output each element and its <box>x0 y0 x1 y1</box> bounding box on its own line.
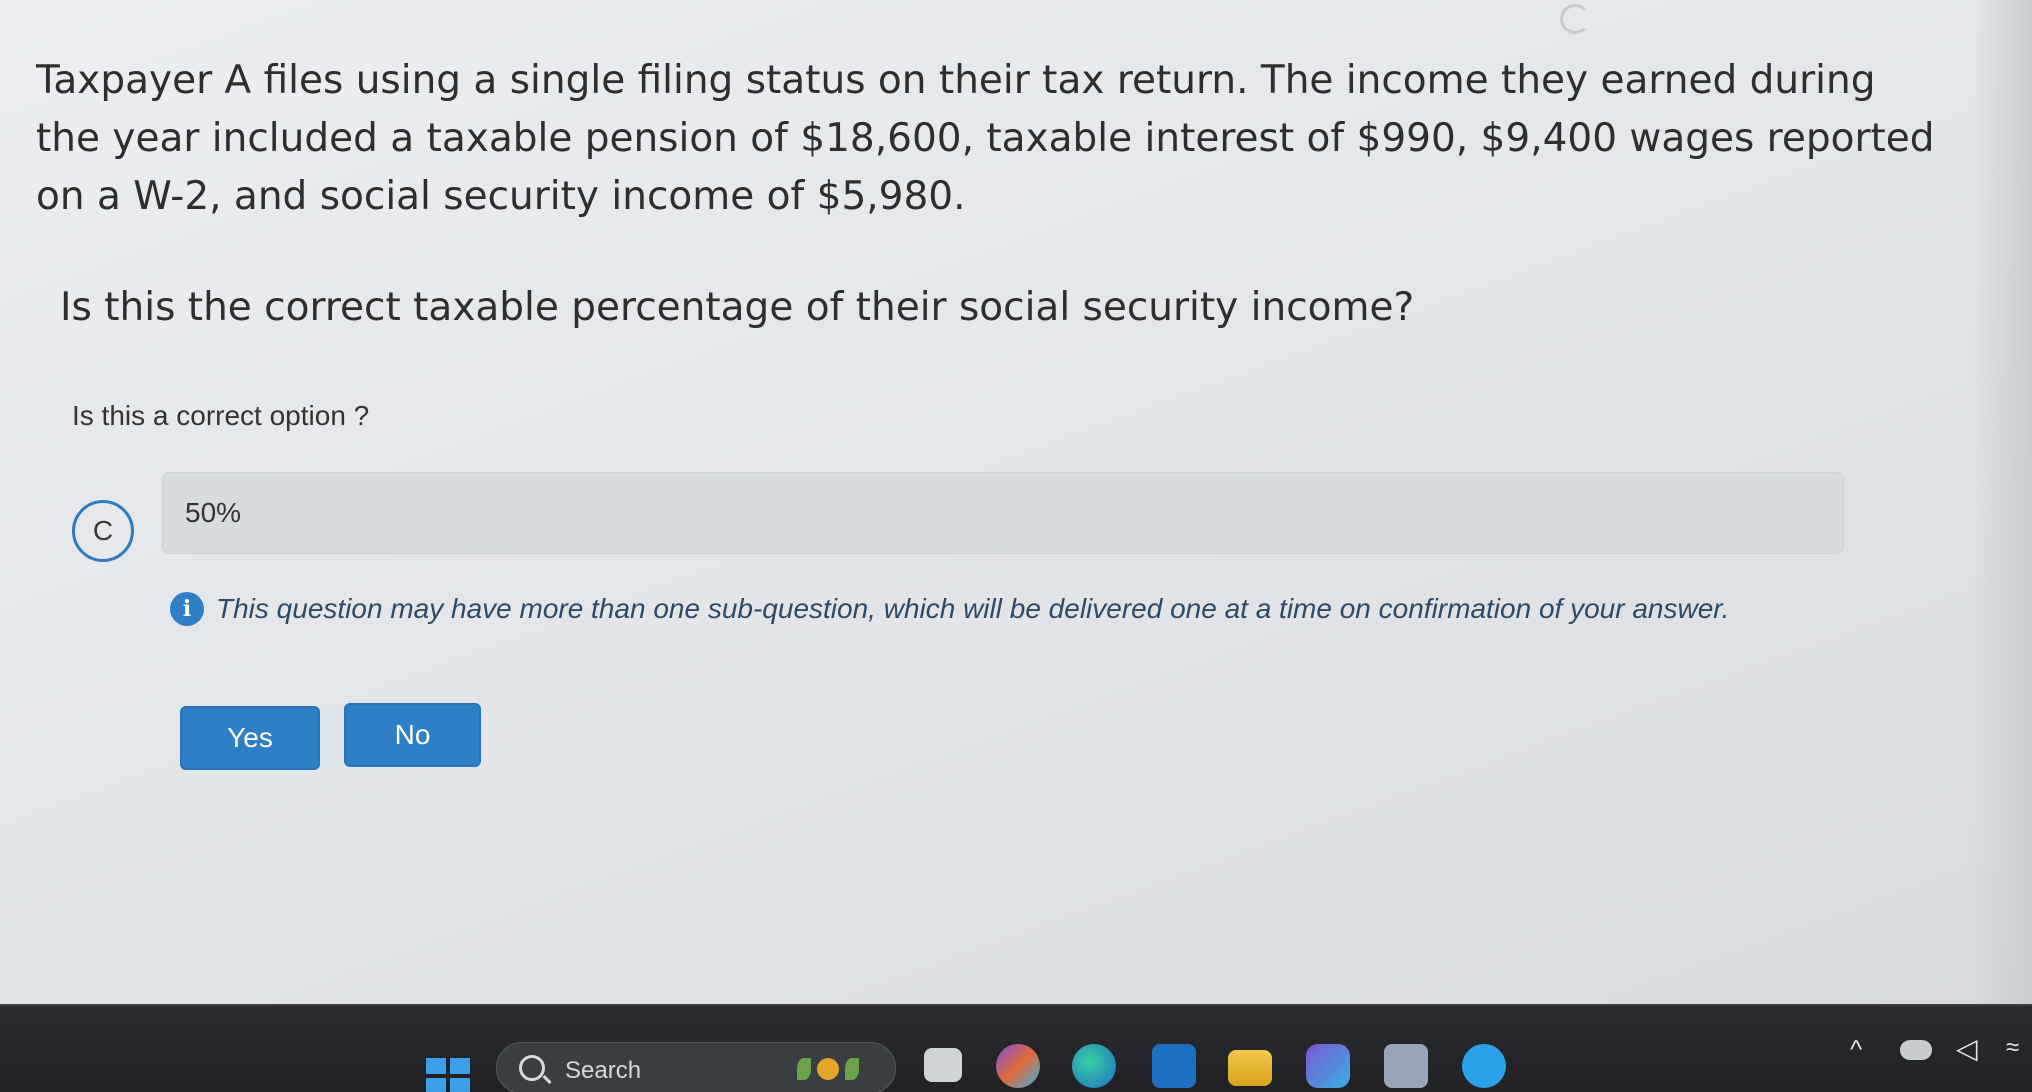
screen-edge <box>1972 0 2032 1004</box>
yes-button[interactable]: Yes <box>180 706 320 770</box>
info-text: This question may have more than one sub… <box>216 593 1730 624</box>
tray-chevron-up-icon[interactable]: ^ <box>1850 1034 1862 1065</box>
option-letter: C <box>92 515 114 546</box>
pen-icon[interactable]: ◁ <box>1956 1032 1978 1065</box>
windows-start-icon[interactable] <box>426 1058 470 1092</box>
store-icon[interactable] <box>1384 1044 1428 1088</box>
info-icon: i <box>170 592 204 626</box>
sub-question-prompt: Is this the correct taxable percentage o… <box>60 285 1415 330</box>
task-view-icon[interactable] <box>924 1048 962 1082</box>
loading-spinner-icon <box>1560 4 1590 34</box>
no-button[interactable]: No <box>344 703 481 767</box>
windows-taskbar: Search ^ ◁ ≈ <box>0 1004 2032 1092</box>
app-icon[interactable] <box>1306 1044 1350 1088</box>
info-notice: i This question may have more than one s… <box>170 592 1729 626</box>
file-explorer-icon[interactable] <box>1228 1050 1272 1086</box>
option-answer-box: 50% <box>162 472 1844 554</box>
copilot-icon[interactable] <box>996 1044 1040 1088</box>
wifi-icon[interactable]: ≈ <box>2006 1034 2019 1062</box>
search-label: Search <box>565 1057 642 1084</box>
option-letter-badge: C <box>72 500 134 562</box>
search-highlight-icon <box>797 1051 877 1087</box>
option-label: Is this a correct option ? <box>72 400 370 431</box>
exam-screen: Taxpayer A files using a single filing s… <box>0 0 2032 1004</box>
edge-icon[interactable] <box>1072 1044 1116 1088</box>
chat-icon[interactable] <box>1462 1044 1506 1088</box>
outlook-icon[interactable] <box>1152 1044 1196 1088</box>
taskbar-search-box[interactable]: Search <box>496 1042 896 1092</box>
question-text: Taxpayer A files using a single filing s… <box>36 58 1935 219</box>
option-answer-value: 50% <box>185 497 242 528</box>
onedrive-cloud-icon[interactable] <box>1900 1040 1932 1060</box>
search-icon <box>519 1055 545 1081</box>
